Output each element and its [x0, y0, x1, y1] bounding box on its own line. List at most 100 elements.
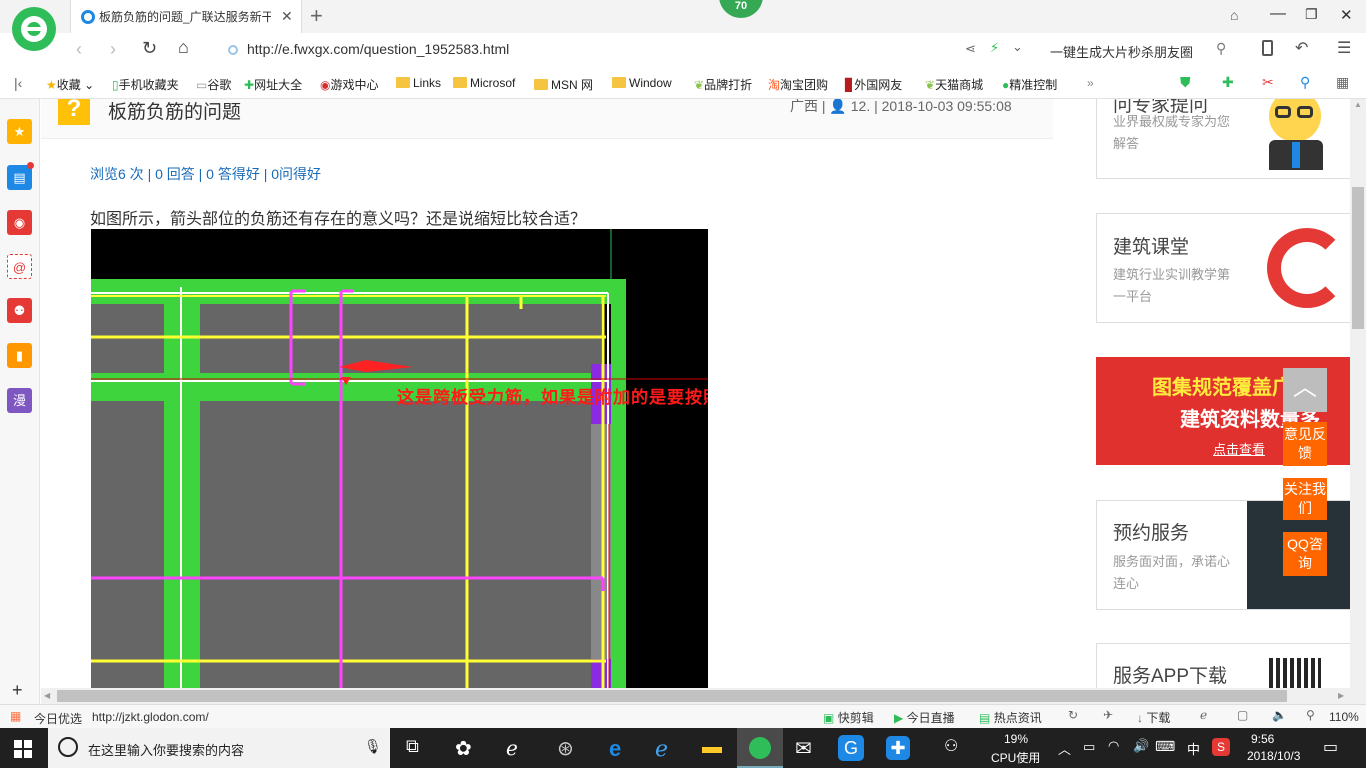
refresh-icon[interactable]: ↻ — [142, 38, 157, 59]
zoom-icon[interactable]: ⚲ — [1306, 708, 1315, 722]
bookmark-precise[interactable]: ●精准控制 — [1002, 76, 1057, 93]
search-box[interactable]: 一键生成大片秒杀朋友圈 — [1050, 42, 1193, 61]
pinwheel-app-icon[interactable]: ✿ — [455, 736, 479, 760]
sogou-icon[interactable]: S — [1212, 738, 1230, 756]
bookmark-taobao[interactable]: 淘淘宝团购 — [768, 76, 828, 93]
volume-icon[interactable]: 🔈 — [1272, 708, 1287, 722]
translate-icon[interactable]: ✚ — [1222, 74, 1234, 91]
minimize-icon[interactable]: — — [1270, 5, 1286, 23]
window-icon[interactable]: ▢ — [1237, 708, 1248, 722]
comic-sidebar-icon[interactable]: 漫 — [7, 388, 32, 413]
forward-icon[interactable]: › — [110, 39, 116, 60]
keyboard-icon[interactable]: ⌨ — [1155, 738, 1175, 755]
task-view-icon[interactable]: ⧉ — [406, 736, 430, 760]
clock-date[interactable]: 2018/10/3 — [1247, 749, 1300, 763]
microphone-icon[interactable]: 🎙 — [364, 738, 382, 755]
game-sidebar-icon[interactable]: ⚉ — [7, 298, 32, 323]
book-sidebar-icon[interactable]: ▮ — [7, 343, 32, 368]
tab-close-icon[interactable]: ✕ — [281, 8, 293, 25]
file-explorer-icon[interactable]: ▬ — [702, 736, 726, 760]
lightning-icon[interactable]: ⚡ — [990, 40, 999, 56]
back-to-top-button[interactable]: ︿ — [1283, 368, 1327, 412]
favorites-sidebar-icon[interactable]: ★ — [7, 119, 32, 144]
quick-clip-item[interactable]: ▣ 快剪辑 — [823, 709, 874, 726]
bookmark-url-directory[interactable]: ✚网址大全 — [244, 76, 302, 93]
qq-consult-button[interactable]: QQ咨询 — [1283, 532, 1327, 576]
wifi-icon[interactable]: ◠ — [1108, 738, 1119, 754]
score-badge[interactable]: 70 — [719, 0, 763, 18]
ime-indicator[interactable]: 中 — [1187, 739, 1200, 758]
address-dropdown-icon[interactable]: ⌄ — [1012, 39, 1023, 55]
speaker-icon[interactable]: 🔊 — [1133, 738, 1149, 754]
bookmark-mobile[interactable]: ▯手机收藏夹 — [112, 76, 179, 93]
clock-time[interactable]: 9:56 — [1251, 732, 1274, 746]
horizontal-scrollbar[interactable]: ◀ ▶ — [41, 688, 1366, 704]
bookmark-google[interactable]: ▭谷歌 — [196, 76, 231, 93]
bookmark-tmall[interactable]: ❦天猫商城 — [925, 76, 983, 93]
daily-picks[interactable]: 今日优选 — [34, 710, 82, 727]
scroll-left-icon[interactable]: ◀ — [44, 691, 50, 700]
maximize-icon[interactable]: ❐ — [1305, 6, 1318, 23]
username[interactable]: 12. — [851, 99, 870, 114]
follow-us-button[interactable]: 关注我们 — [1283, 478, 1327, 520]
ie-icon[interactable]: ℯ — [506, 736, 530, 760]
cad-drawing-image[interactable]: 这是跨板受力筋，如果是附加的是要按照图纸附加设置的 — [91, 229, 708, 688]
more-bookmarks-icon[interactable]: » — [1087, 76, 1094, 90]
bookmark-windows[interactable]: Window — [612, 76, 672, 90]
vertical-scrollbar[interactable]: ▲ — [1350, 99, 1366, 688]
scroll-right-icon[interactable]: ▶ — [1338, 691, 1344, 700]
feedback-button[interactable]: 意见反馈 — [1283, 422, 1327, 466]
pin-icon[interactable]: ✈ — [1103, 708, 1113, 722]
start-icon[interactable] — [14, 740, 32, 758]
undo-icon[interactable]: ↶ — [1295, 38, 1308, 58]
new-tab-icon[interactable]: + — [310, 3, 323, 29]
mobile-icon[interactable] — [1262, 40, 1273, 56]
active-browser-task[interactable] — [737, 728, 783, 768]
vertical-scroll-thumb[interactable] — [1352, 187, 1364, 329]
skin-icon[interactable]: ⌂ — [1230, 7, 1238, 23]
live-item[interactable]: ▶ 今日直播 — [894, 709, 955, 726]
mail-sidebar-icon[interactable]: @ — [7, 254, 32, 279]
question-stats[interactable]: 浏览6 次 | 0 回答 | 0 答得好 | 0问得好 — [90, 164, 321, 184]
ie-mode-icon[interactable]: ℯ — [1200, 708, 1207, 722]
tab-active[interactable]: 板筋负筋的问题_广联达服务新干 ✕ — [70, 0, 302, 33]
find-icon[interactable]: ⚲ — [1300, 74, 1310, 91]
bookmark-microsoft[interactable]: Microsof — [453, 76, 515, 90]
menu-icon[interactable]: ☰ — [1337, 38, 1351, 58]
hot-news-item[interactable]: ▤ 热点资讯 — [979, 709, 1042, 726]
internet-explorer-icon[interactable]: ℯ — [655, 736, 679, 761]
people-icon[interactable]: ⚇ — [944, 736, 968, 760]
collapse-bookmarks-icon[interactable]: |‹ — [14, 75, 22, 91]
close-window-icon[interactable]: ✕ — [1340, 6, 1353, 24]
bookmark-msn[interactable]: MSN 网 — [534, 76, 593, 93]
search-icon[interactable]: ⚲ — [1216, 40, 1226, 57]
bookmark-brand-discount[interactable]: ❦品牌打折 — [694, 76, 752, 93]
action-center-icon[interactable]: ▭ — [1323, 737, 1338, 757]
add-sidebar-icon[interactable]: + — [12, 680, 23, 701]
share-icon[interactable]: ⋖ — [965, 41, 976, 57]
building-class-card[interactable]: 建筑课堂 建筑行业实训教学第一平台 — [1096, 213, 1350, 323]
battery-icon[interactable]: ▭ — [1083, 739, 1095, 755]
zoom-level[interactable]: 110% — [1329, 710, 1359, 724]
refresh-status-icon[interactable]: ↻ — [1068, 708, 1078, 722]
scissors-icon[interactable]: ✂ — [1262, 74, 1274, 91]
app-download-card[interactable]: 服务APP下载 — [1096, 643, 1350, 688]
mail-icon[interactable]: ✉ — [795, 736, 819, 760]
tray-expand-icon[interactable]: ︿ — [1058, 739, 1071, 758]
weibo-sidebar-icon[interactable]: ◉ — [7, 210, 32, 235]
swirl-app-icon[interactable]: ⊛ — [557, 736, 581, 760]
download-item[interactable]: ↓ 下载 — [1137, 709, 1170, 726]
back-icon[interactable]: ‹ — [76, 39, 82, 60]
address-input[interactable]: http://e.fwxgx.com/question_1952583.html — [247, 41, 509, 57]
shield-icon[interactable]: ⛊ — [1180, 74, 1191, 91]
banner-link[interactable]: 点击查看 — [1213, 439, 1265, 458]
bookmark-links[interactable]: Links — [396, 76, 441, 90]
glodon-g-icon[interactable]: G — [838, 735, 864, 761]
grid-icon[interactable]: ▦ — [1336, 74, 1349, 91]
browser-logo-icon[interactable] — [12, 7, 56, 51]
bookmark-favorites[interactable]: ★收藏 ⌄ — [46, 76, 94, 93]
home-icon[interactable]: ⌂ — [178, 37, 189, 58]
scroll-up-icon[interactable]: ▲ — [1354, 100, 1362, 109]
bookmark-games[interactable]: ◉游戏中心 — [320, 76, 379, 93]
expert-ask-card[interactable]: 问专家提问 业界最权威专家为您解答 — [1096, 99, 1350, 179]
